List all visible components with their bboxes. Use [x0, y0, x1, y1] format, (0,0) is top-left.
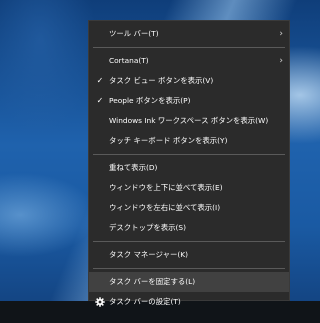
menu-separator [93, 268, 285, 269]
chevron-right-icon: › [279, 56, 283, 66]
checkmark-icon: ✓ [96, 96, 104, 105]
menu-item-stack-windows[interactable]: ウィンドウを上下に並べて表示(E) [89, 178, 289, 198]
menu-item-label: タスク マネージャー(K) [109, 250, 188, 259]
menu-item-label: ウィンドウを左右に並べて表示(I) [109, 203, 221, 212]
menu-item-label: ツール バー(T) [109, 29, 159, 38]
menu-separator [93, 241, 285, 242]
menu-item-label: Windows Ink ワークスペース ボタンを表示(W) [109, 116, 269, 125]
menu-item-label: タッチ キーボード ボタンを表示(Y) [109, 136, 228, 145]
taskbar-context-menu: ツール バー(T) › Cortana(T) › ✓ タスク ビュー ボタンを表… [88, 20, 290, 307]
menu-item-show-people-button[interactable]: ✓ People ボタンを表示(P) [89, 91, 289, 111]
menu-item-show-touch-keyboard-button[interactable]: タッチ キーボード ボタンを表示(Y) [89, 131, 289, 151]
menu-separator [93, 47, 285, 48]
menu-item-cascade-windows[interactable]: 重ねて表示(D) [89, 158, 289, 178]
chevron-right-icon: › [279, 29, 283, 39]
menu-item-label: Cortana(T) [109, 56, 149, 65]
menu-item-label: People ボタンを表示(P) [109, 96, 191, 105]
menu-item-label: デスクトップを表示(S) [109, 223, 186, 232]
menu-item-show-desktop[interactable]: デスクトップを表示(S) [89, 218, 289, 238]
checkmark-icon: ✓ [96, 76, 104, 85]
menu-item-side-by-side-windows[interactable]: ウィンドウを左右に並べて表示(I) [89, 198, 289, 218]
menu-item-label: タスク バーの設定(T) [109, 297, 181, 306]
menu-item-toolbars[interactable]: ツール バー(T) › [89, 24, 289, 44]
menu-item-label: タスク ビュー ボタンを表示(V) [109, 76, 214, 85]
menu-item-label: タスク バーを固定する(L) [109, 277, 196, 286]
gear-icon [95, 292, 105, 307]
menu-item-show-task-view-button[interactable]: ✓ タスク ビュー ボタンを表示(V) [89, 71, 289, 91]
menu-item-taskbar-settings[interactable]: タスク バーの設定(T) [89, 292, 289, 312]
menu-item-cortana[interactable]: Cortana(T) › [89, 51, 289, 71]
menu-item-lock-taskbar[interactable]: タスク バーを固定する(L) [89, 272, 289, 292]
menu-item-task-manager[interactable]: タスク マネージャー(K) [89, 245, 289, 265]
menu-item-label: ウィンドウを上下に並べて表示(E) [109, 183, 223, 192]
menu-item-show-windows-ink-button[interactable]: Windows Ink ワークスペース ボタンを表示(W) [89, 111, 289, 131]
menu-item-label: 重ねて表示(D) [109, 163, 158, 172]
menu-separator [93, 154, 285, 155]
